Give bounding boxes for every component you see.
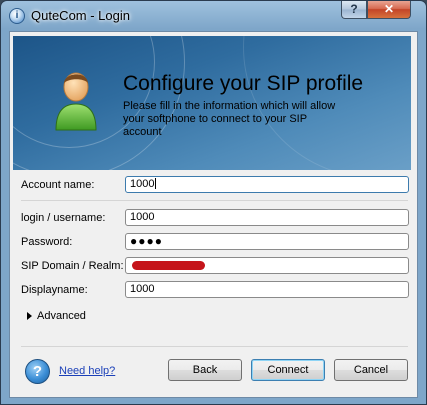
password-input[interactable]: ●●●● — [125, 233, 409, 250]
banner-description: Please fill in the information which wil… — [123, 100, 336, 138]
expand-triangle-icon — [27, 312, 32, 320]
titlebar-help-button[interactable]: ? — [341, 1, 367, 19]
qutecom-app-icon: i — [9, 8, 25, 24]
title-bar[interactable]: i QuteCom - Login ? ✕ — [1, 1, 426, 31]
window-title: QuteCom - Login — [31, 8, 130, 23]
sip-domain-input[interactable] — [125, 257, 409, 274]
account-name-label: Account name: — [21, 179, 95, 191]
banner-title: Configure your SIP profile — [123, 72, 364, 95]
login-label: login / username: — [21, 212, 106, 224]
help-icon[interactable]: ? — [25, 359, 50, 384]
connect-button[interactable]: Connect — [251, 359, 325, 381]
sip-domain-label: SIP Domain / Realm: — [21, 260, 124, 272]
separator — [21, 200, 408, 201]
back-button[interactable]: Back — [168, 359, 242, 381]
login-window: i QuteCom - Login ? ✕ Configure your SIP… — [0, 0, 427, 405]
dialog-body: Configure your SIP profile Please fill i… — [9, 31, 418, 398]
advanced-toggle[interactable]: Advanced — [27, 310, 86, 322]
advanced-label: Advanced — [37, 310, 86, 322]
displayname-label: Displayname: — [21, 284, 88, 296]
login-input[interactable]: 1000 — [125, 209, 409, 226]
cancel-button[interactable]: Cancel — [334, 359, 408, 381]
separator — [21, 346, 408, 347]
user-avatar-icon — [55, 72, 97, 131]
header-banner: Configure your SIP profile Please fill i… — [13, 36, 411, 170]
password-label: Password: — [21, 236, 73, 248]
displayname-input[interactable]: 1000 — [125, 281, 409, 298]
account-name-value: 1000 — [130, 178, 155, 190]
text-cursor — [155, 178, 157, 189]
redaction-mark — [132, 261, 205, 270]
need-help-link[interactable]: Need help? — [59, 365, 115, 377]
close-button[interactable]: ✕ — [367, 1, 411, 19]
account-name-input[interactable]: 1000 — [125, 176, 409, 193]
